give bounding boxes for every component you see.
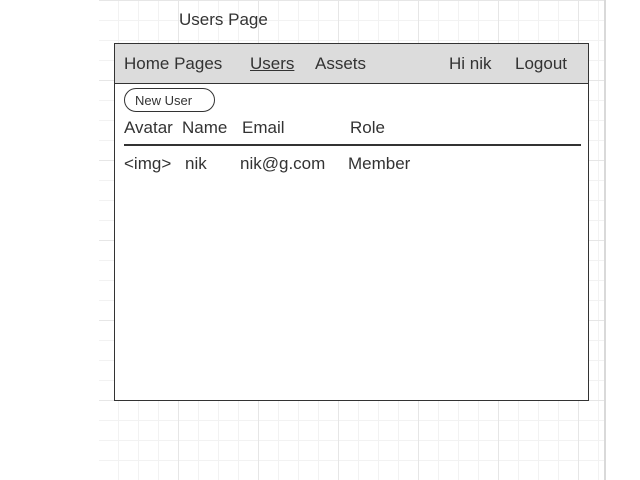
- new-user-button[interactable]: New User: [124, 88, 215, 112]
- column-header-role: Role: [350, 118, 385, 137]
- navbar: Home Pages Users Assets Hi nik Logout: [115, 44, 588, 84]
- nav-home-link[interactable]: Home Pages: [124, 54, 222, 74]
- column-header-name: Name: [182, 118, 228, 137]
- column-header-avatar: Avatar: [124, 118, 173, 137]
- cell-role: Member: [348, 154, 411, 173]
- nav-users-link[interactable]: Users: [250, 54, 294, 74]
- page-title: Users Page: [179, 10, 268, 29]
- logout-link[interactable]: Logout: [515, 54, 567, 74]
- user-greeting: Hi nik: [449, 54, 492, 73]
- cell-avatar: <img>: [124, 154, 172, 173]
- cell-email: nik@g.com: [240, 154, 326, 173]
- app-frame: Home Pages Users Assets Hi nik Logout Ne…: [114, 43, 589, 401]
- table-header-divider: [124, 144, 581, 146]
- nav-assets-link[interactable]: Assets: [315, 54, 366, 74]
- cell-name: nik: [185, 154, 207, 173]
- canvas-edge-divider: [604, 0, 606, 480]
- column-header-email: Email: [242, 118, 285, 137]
